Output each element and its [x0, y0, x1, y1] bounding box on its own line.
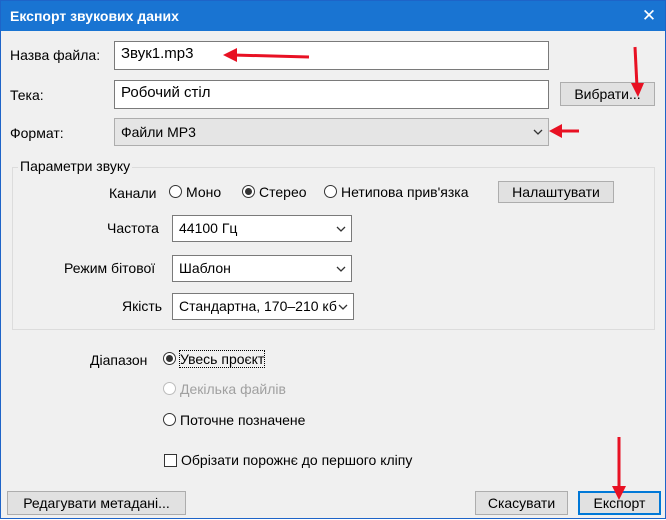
title-bar: Експорт звукових даних ✕ — [1, 1, 665, 31]
close-icon[interactable]: ✕ — [637, 4, 661, 28]
chevron-down-icon — [533, 129, 543, 135]
file-name-label: Назва файла: — [10, 47, 100, 63]
browse-button[interactable]: Вибрати... — [560, 82, 655, 106]
cancel-button[interactable]: Скасувати — [475, 491, 568, 515]
bitrate-mode-select-value: Шаблон — [179, 260, 231, 276]
frequency-select[interactable]: 44100 Гц — [172, 215, 352, 242]
frequency-label: Частота — [107, 220, 159, 236]
channel-mono-radio[interactable] — [169, 185, 182, 198]
frequency-select-value: 44100 Гц — [179, 220, 238, 236]
chevron-down-icon — [336, 266, 346, 272]
radio-selected-dot — [166, 355, 173, 362]
chevron-down-icon — [336, 226, 346, 232]
configure-channels-button[interactable]: Налаштувати — [498, 181, 614, 203]
trim-silence-checkbox[interactable] — [164, 454, 177, 467]
window-title: Експорт звукових даних — [10, 8, 179, 24]
edit-metadata-button[interactable]: Редагувати метадані... — [7, 491, 186, 515]
bitrate-mode-select[interactable]: Шаблон — [172, 255, 352, 282]
folder-input[interactable]: Робочий стіл — [114, 80, 549, 109]
range-multiple-files-label: Декілька файлів — [180, 381, 286, 397]
bitrate-mode-label: Режим бітової — [64, 260, 156, 276]
chevron-down-icon — [338, 304, 348, 310]
channel-custom-label[interactable]: Нетипова прив'язка — [341, 184, 469, 200]
quality-select-value: Стандартна, 170–210 кб — [179, 298, 337, 314]
range-label: Діапазон — [90, 352, 148, 368]
range-whole-project-radio[interactable] — [163, 352, 176, 365]
range-whole-project-label[interactable]: Увесь проєкт — [178, 350, 266, 368]
folder-label: Тека: — [10, 87, 44, 103]
channels-label: Канали — [109, 185, 157, 201]
file-name-input[interactable]: Звук1.mp3 — [114, 41, 549, 70]
quality-select[interactable]: Стандартна, 170–210 кб — [172, 293, 354, 320]
sound-params-title: Параметри звуку — [18, 158, 133, 174]
export-audio-dialog: Експорт звукових даних ✕ Назва файла: Зв… — [0, 0, 666, 519]
trim-silence-label[interactable]: Обрізати порожнє до першого кліпу — [181, 452, 412, 468]
format-select[interactable]: Файли MP3 — [114, 118, 549, 146]
export-button[interactable]: Експорт — [578, 491, 661, 515]
file-name-label-text: Назва файла: — [10, 47, 101, 63]
range-multiple-files-radio — [163, 382, 176, 395]
annotation-arrow-icon — [549, 124, 579, 138]
channel-custom-radio[interactable] — [324, 185, 337, 198]
range-current-selection-label[interactable]: Поточне позначене — [180, 412, 305, 428]
quality-label: Якість — [122, 298, 163, 314]
format-label: Формат: — [10, 125, 64, 141]
channel-stereo-radio[interactable] — [242, 185, 255, 198]
radio-selected-dot — [245, 188, 252, 195]
channel-stereo-label[interactable]: Стерео — [259, 184, 307, 200]
channel-mono-label[interactable]: Моно — [186, 184, 221, 200]
range-current-selection-radio[interactable] — [163, 413, 176, 426]
format-select-value: Файли MP3 — [121, 124, 196, 140]
